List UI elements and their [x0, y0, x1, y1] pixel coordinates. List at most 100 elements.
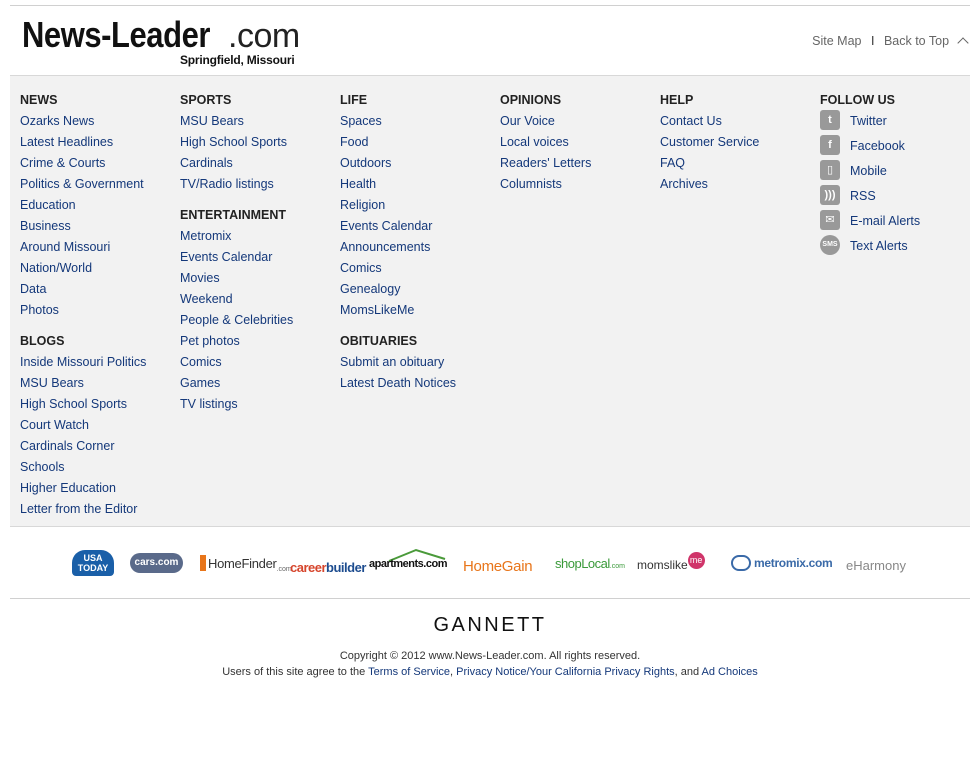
cars-logo[interactable]: cars.com	[130, 545, 183, 581]
nav-link[interactable]: MSU Bears	[180, 113, 340, 134]
nav-link[interactable]: Readers' Letters	[500, 155, 660, 176]
nav-link[interactable]: People & Celebrities	[180, 312, 340, 333]
nav-heading-entertainment: ENTERTAINMENT	[180, 208, 287, 222]
nav-link[interactable]: Higher Education	[20, 480, 180, 501]
nav-link[interactable]: Education	[20, 197, 180, 218]
follow-item[interactable]: SMS Text Alerts	[820, 235, 960, 263]
eharmony-logo[interactable]: eHarmony	[846, 547, 906, 583]
nav-link[interactable]: Contact Us	[660, 113, 820, 134]
nav-link[interactable]: Inside Missouri Politics	[20, 354, 180, 375]
nav-link[interactable]: Archives	[660, 176, 820, 197]
nav-link[interactable]: Politics & Government	[20, 176, 180, 197]
site-logo[interactable]: News-Leader .com Springfield, Missouri	[22, 17, 302, 69]
caret-up-icon[interactable]	[956, 37, 969, 49]
apartments-text: apartments.com	[369, 558, 447, 570]
nav-link[interactable]: Letter from the Editor	[20, 501, 180, 522]
gannett-logo[interactable]: GANNETT	[0, 614, 980, 637]
follow-item[interactable]: ▯ Mobile	[820, 160, 960, 188]
shoplocal-text: shopLocal	[555, 555, 610, 571]
follow-item[interactable]: t Twitter	[820, 110, 960, 138]
nav-link[interactable]: Religion	[340, 197, 500, 218]
nav-link[interactable]: Food	[340, 134, 500, 155]
nav-link[interactable]: Photos	[20, 302, 180, 323]
metromix-logo[interactable]: metromix.com	[731, 545, 833, 581]
logo-main-text: News-Leader	[22, 14, 210, 55]
nav-link[interactable]: Health	[340, 176, 500, 197]
nav-column-sports: SPORTS MSU Bears High School Sports Cardin…	[180, 92, 340, 417]
nav-heading-obituaries: OBITUARIES	[340, 334, 418, 348]
nav-link[interactable]: Nation/World	[20, 260, 180, 281]
follow-item[interactable]: f Facebook	[820, 135, 960, 163]
nav-link[interactable]: TV/Radio listings	[180, 176, 340, 197]
nav-link[interactable]: Pet photos	[180, 333, 340, 354]
careerbuilder-text-a: career	[290, 559, 327, 575]
nav-link[interactable]: Games	[180, 375, 340, 396]
nav-list-news: Ozarks News Latest Headlines Crime & Court…	[20, 113, 180, 323]
top-links: Site Map I Back to Top	[812, 34, 980, 49]
nav-link[interactable]: Customer Service	[660, 134, 820, 155]
follow-item[interactable]: ))) RSS	[820, 185, 960, 213]
nav-link[interactable]: Court Watch	[20, 417, 180, 438]
nav-link[interactable]: Data	[20, 281, 180, 302]
usatoday-text: USA TODAY	[72, 550, 114, 576]
nav-link[interactable]: Comics	[340, 260, 500, 281]
partner-logos: USA TODAY cars.com HomeFinder .com caree…	[0, 545, 980, 585]
partners-divider	[10, 598, 970, 599]
nav-link[interactable]: Movies	[180, 270, 340, 291]
terms-of-service-link[interactable]: Terms of Service	[368, 666, 450, 678]
nav-link[interactable]: Local voices	[500, 134, 660, 155]
nav-link[interactable]: Cardinals Corner	[20, 438, 180, 459]
usatoday-logo[interactable]: USA TODAY	[72, 545, 114, 581]
nav-link[interactable]: Crime & Courts	[20, 155, 180, 176]
nav-link[interactable]: Events Calendar	[340, 218, 500, 239]
footer-nav-panel: NEWS Ozarks News Latest Headlines Crime & …	[10, 75, 970, 527]
nav-link[interactable]: Genealogy	[340, 281, 500, 302]
follow-list: t Twitter f Facebook ▯ Mobile))) RSS ✉ E-mail Al…	[820, 110, 960, 263]
nav-link[interactable]: Business	[20, 218, 180, 239]
nav-link[interactable]: Around Missouri	[20, 239, 180, 260]
facebook-icon: f	[820, 135, 840, 155]
follow-item[interactable]: ✉ E-mail Alerts	[820, 210, 960, 238]
top-divider	[10, 5, 970, 6]
ad-choices-link[interactable]: Ad Choices	[702, 666, 758, 678]
nav-link[interactable]: MomsLikeMe	[340, 302, 500, 323]
nav-link[interactable]: Spaces	[340, 113, 500, 134]
nav-link[interactable]: TV listings	[180, 396, 340, 417]
nav-link[interactable]: Metromix	[180, 228, 340, 249]
nav-link[interactable]: Latest Death Notices	[340, 375, 500, 396]
nav-column-life: LIFE Spaces Food Outdoors Health Religion Eve…	[340, 92, 500, 396]
nav-link[interactable]: Events Calendar	[180, 249, 340, 270]
terms-and: , and	[674, 666, 702, 678]
nav-link[interactable]: Our Voice	[500, 113, 660, 134]
homefinder-mark	[200, 555, 206, 571]
back-to-top-link[interactable]: Back to Top	[884, 34, 949, 48]
nav-link[interactable]: Announcements	[340, 239, 500, 260]
follow-item-label: Facebook	[850, 139, 905, 153]
nav-column-help: HELP Contact Us Customer Service FAQ Archiv…	[660, 92, 820, 197]
apartments-logo[interactable]: apartments.com	[369, 545, 447, 581]
nav-link[interactable]: Comics	[180, 354, 340, 375]
careerbuilder-logo[interactable]: career builder	[290, 549, 366, 585]
nav-link[interactable]: Latest Headlines	[20, 134, 180, 155]
homefinder-logo[interactable]: HomeFinder .com	[200, 545, 292, 581]
nav-link[interactable]: Columnists	[500, 176, 660, 197]
logo-subtitle: Springfield, Missouri	[180, 53, 295, 67]
nav-link[interactable]: High School Sports	[180, 134, 340, 155]
nav-link[interactable]: Schools	[20, 459, 180, 480]
nav-link[interactable]: FAQ	[660, 155, 820, 176]
privacy-link[interactable]: Privacy Notice/Your California Privacy R…	[456, 666, 674, 678]
nav-link[interactable]: Weekend	[180, 291, 340, 312]
momslikeme-logo[interactable]: momslike me	[637, 547, 705, 583]
nav-link[interactable]: MSU Bears	[20, 375, 180, 396]
homegain-logo[interactable]: HomeGain	[463, 548, 533, 584]
nav-link[interactable]: Submit an obituary	[340, 354, 500, 375]
nav-heading-follow: FOLLOW US	[820, 93, 895, 107]
site-map-link[interactable]: Site Map	[812, 34, 861, 48]
follow-item-label: Mobile	[850, 164, 887, 178]
nav-list-help: Contact Us Customer Service FAQ Archives	[660, 113, 820, 197]
nav-link[interactable]: Ozarks News	[20, 113, 180, 134]
nav-link[interactable]: Cardinals	[180, 155, 340, 176]
nav-link[interactable]: High School Sports	[20, 396, 180, 417]
nav-link[interactable]: Outdoors	[340, 155, 500, 176]
shoplocal-logo[interactable]: shopLocal .com	[555, 545, 625, 581]
